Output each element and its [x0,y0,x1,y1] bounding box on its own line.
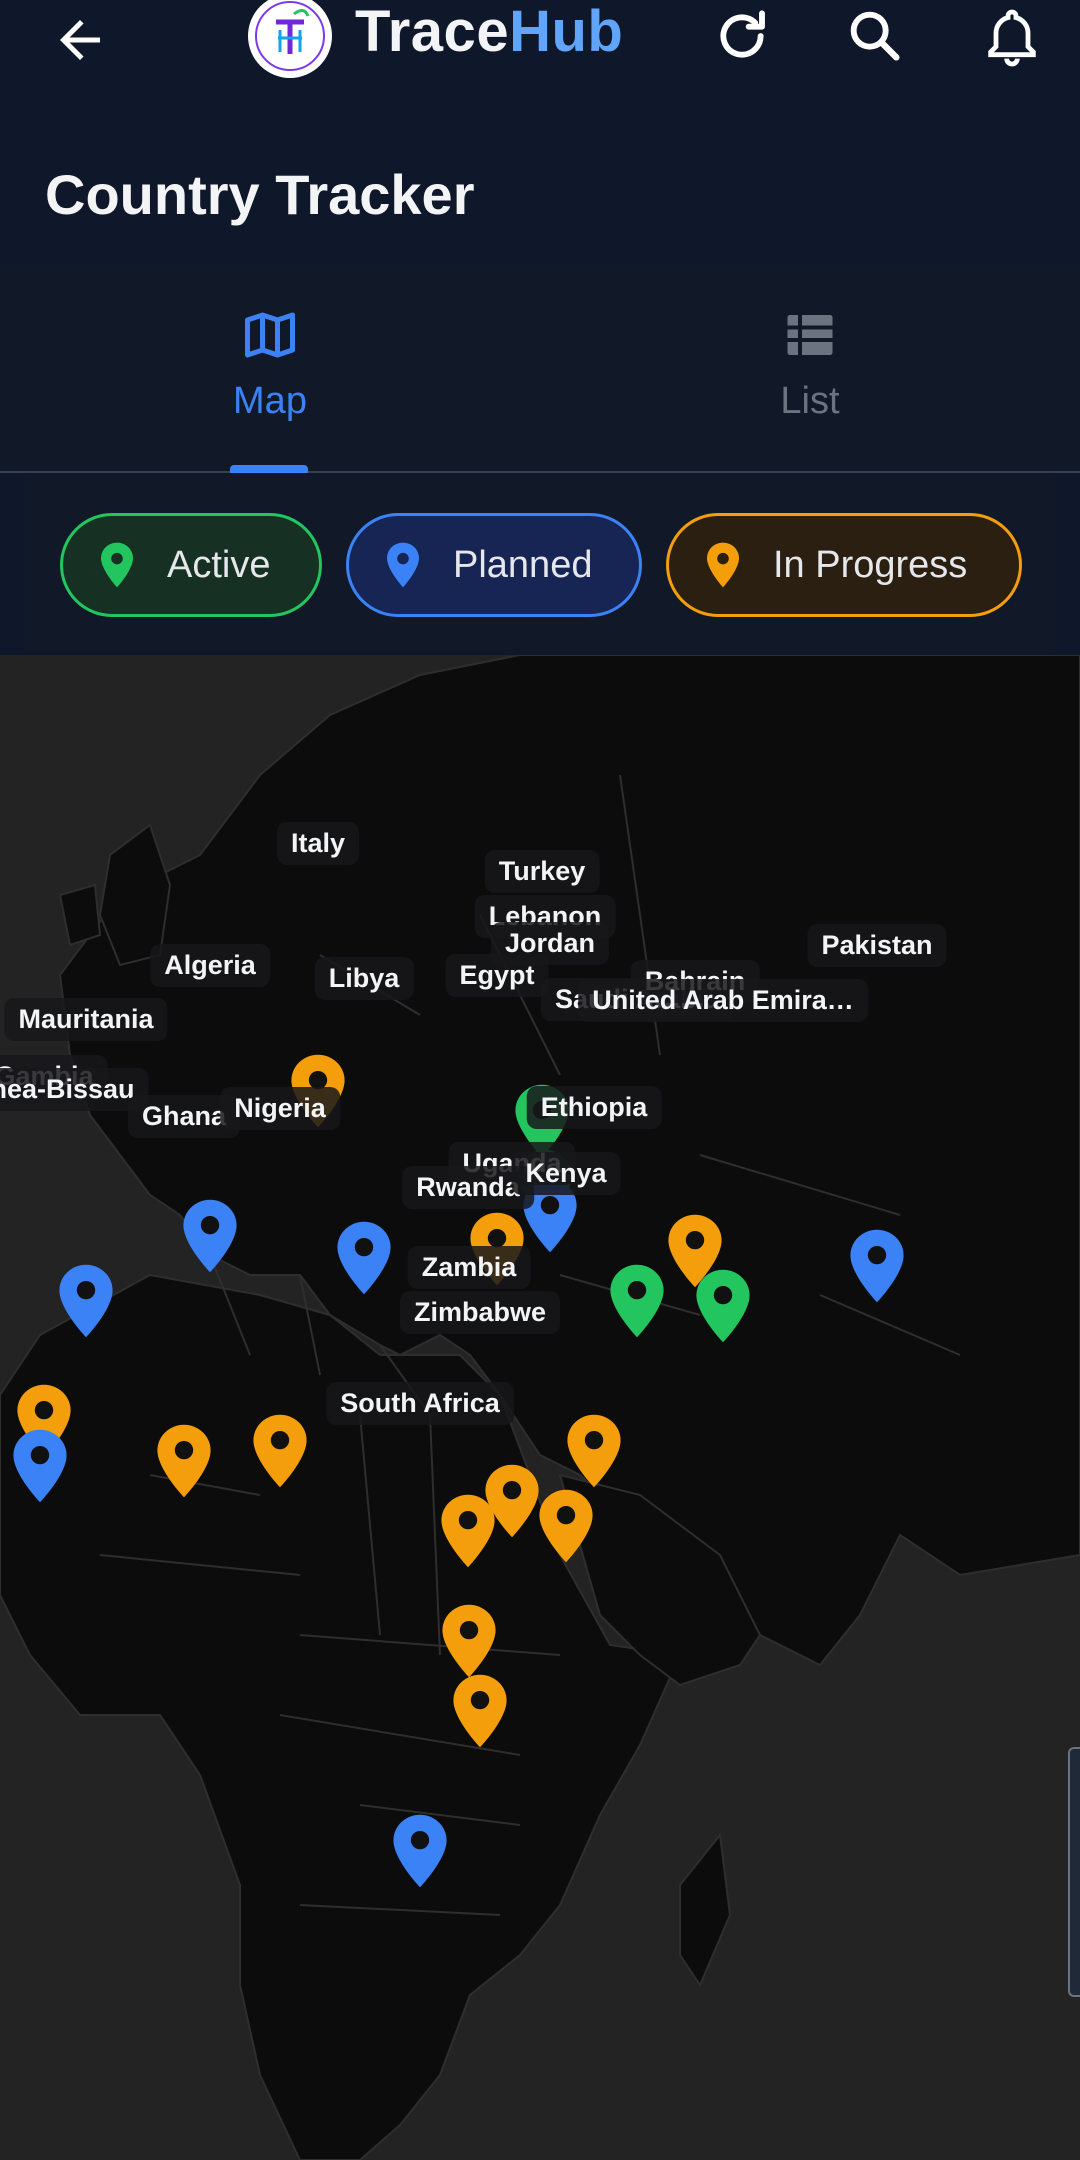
app-title-part2: Hub [509,0,624,64]
map-marker-label: Mauritania [4,998,168,1041]
map-marker-label: Egypt [445,954,549,997]
map-marker-ghana[interactable] [155,1422,213,1500]
location-pin-icon [13,1429,67,1503]
map-marker-label: Italy [276,822,360,865]
filter-chip-active[interactable]: Active [60,513,322,617]
map-marker-united-arab-emira[interactable] [694,1267,752,1345]
app-logo [248,0,332,78]
location-pin-icon [337,1221,391,1295]
map-marker-label: Guinea-Bissau [0,1068,149,1111]
refresh-button[interactable] [710,4,774,68]
map-marker-kenya[interactable] [537,1487,595,1565]
map-marker-ethiopia[interactable] [565,1412,623,1490]
map-marker-label: Zimbabwe [399,1291,561,1334]
notifications-button[interactable] [980,4,1044,68]
search-button[interactable] [843,4,907,68]
location-pin-icon [441,1494,495,1568]
location-pin-icon [539,1489,593,1563]
location-pin-icon [442,1604,496,1678]
map-marker-label: South Africa [326,1382,514,1425]
map-marker-algeria[interactable] [181,1197,239,1275]
map-marker-pakistan[interactable] [848,1227,906,1305]
bell-icon [988,9,1036,67]
tab-list-label: List [780,380,840,422]
location-pin-icon [387,542,419,588]
location-pin-icon [610,1264,664,1338]
map-marker-label: Kenya [511,1152,621,1195]
map-marker-zambia[interactable] [440,1602,498,1680]
location-pin-icon [696,1269,750,1343]
search-icon [850,11,900,61]
location-pin-icon [59,1264,113,1338]
map-marker-label: United Arab Emira… [578,979,868,1022]
location-pin-icon [453,1674,507,1748]
location-pin-icon [157,1424,211,1498]
map-view[interactable]: Italy Turkey Lebanon Jordan Egypt Algeria Liby… [0,655,1080,2160]
map-marker-zimbabwe[interactable] [451,1672,509,1750]
map-scroll-handle[interactable] [1068,1747,1080,1997]
status-filters: Active Planned In Progress [25,475,1055,653]
map-marker-rwanda[interactable] [439,1492,497,1570]
tab-map-label: Map [233,380,307,422]
tab-list[interactable]: List [540,265,1080,471]
refresh-icon [720,10,765,58]
map-marker-label: Pakistan [807,924,947,967]
map-marker-guinea-bissau[interactable] [11,1427,69,1505]
app-title-part1: Trace [355,0,510,64]
location-pin-icon [850,1229,904,1303]
map-icon [245,312,295,358]
map-marker-south-africa[interactable] [391,1812,449,1890]
map-marker-mauritania[interactable] [57,1262,115,1340]
map-marker-saudi-arabia[interactable] [608,1262,666,1340]
location-pin-icon [393,1814,447,1888]
back-button[interactable] [50,10,110,70]
filter-chip-in-progress[interactable]: In Progress [666,513,1022,617]
page-title: Country Tracker [45,163,475,226]
filter-chip-label: In Progress [773,543,968,586]
location-pin-icon [707,542,739,588]
arrow-left-icon [60,20,100,60]
map-marker-label: Nigeria [220,1087,340,1130]
filter-chip-label: Planned [453,543,593,586]
map-marker-label: Zambia [407,1246,531,1289]
map-marker-label: Ethiopia [526,1086,662,1129]
location-pin-icon [183,1199,237,1273]
map-marker-libya[interactable] [335,1219,393,1297]
map-marker-nigeria[interactable] [251,1412,309,1490]
map-marker-label: Algeria [150,944,270,987]
filter-chip-planned[interactable]: Planned [346,513,642,617]
tab-indicator [230,465,308,473]
view-tabs: Map List [0,265,1080,473]
filter-chip-label: Active [167,543,271,586]
location-pin-icon [101,542,133,588]
app-bar: TraceHub [0,0,1080,110]
location-pin-icon [567,1414,621,1488]
location-pin-icon [253,1414,307,1488]
page-header: Country Tracker [0,110,1080,265]
app-title: TraceHub [355,0,623,64]
map-marker-label: Turkey [484,850,600,893]
list-icon [787,315,833,355]
tab-map[interactable]: Map [0,265,540,471]
map-marker-label: Libya [314,957,414,1000]
